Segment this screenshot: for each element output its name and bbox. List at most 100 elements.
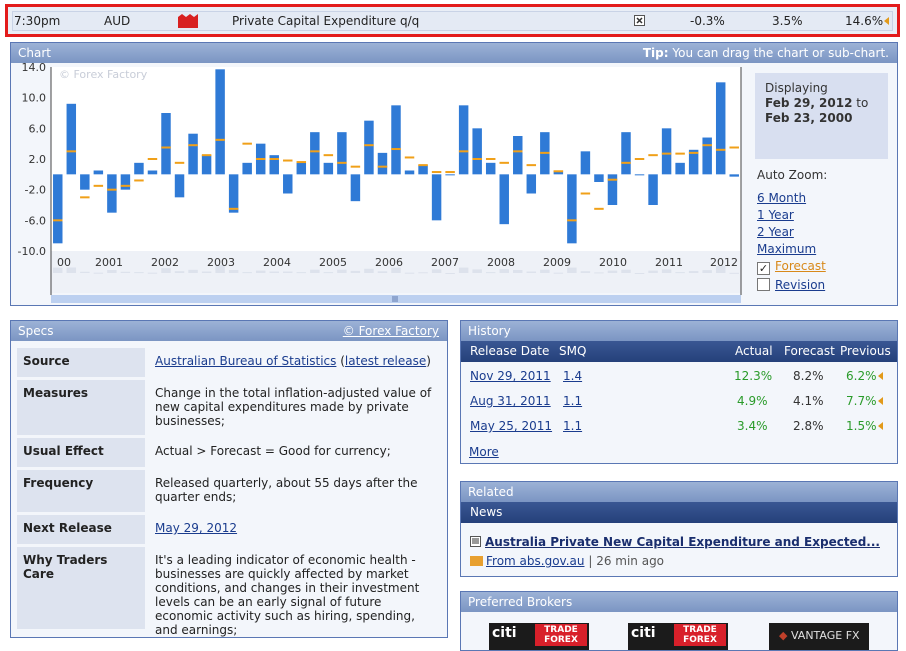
related-header: Related — [461, 482, 897, 502]
navigator-bar — [702, 270, 712, 273]
displaying-from-date: Feb 29, 2012 — [765, 96, 853, 110]
forecast-marker — [66, 150, 77, 153]
forecast-marker — [634, 158, 645, 160]
actual-bar — [485, 162, 496, 175]
vantage-mark-icon: ◆ — [779, 629, 788, 642]
actual-bar — [188, 133, 198, 175]
forecast-marker — [391, 148, 401, 151]
actual-bar — [445, 174, 455, 176]
navigator-bar — [458, 267, 469, 273]
actual-bar — [296, 162, 307, 175]
history-date-link[interactable]: Nov 29, 2011 — [470, 369, 551, 383]
zoom-6-month-link[interactable]: 6 Month — [757, 190, 827, 207]
navigator-bar — [485, 272, 496, 274]
history-smq-link[interactable]: 1.1 — [563, 419, 582, 433]
history-smq-link[interactable]: 1.1 — [563, 394, 582, 408]
actual-bar — [675, 162, 685, 175]
revision-checkbox[interactable] — [757, 278, 770, 291]
history-title: History — [468, 324, 511, 338]
forecast-marker — [445, 171, 455, 174]
revision-toggle-label[interactable]: Revision — [775, 278, 825, 292]
forecast-marker — [648, 154, 658, 157]
history-date-link[interactable]: May 25, 2011 — [470, 419, 552, 433]
spec-label-source: Source — [17, 348, 145, 377]
y-tick-label: -6.0 — [25, 214, 46, 227]
source-link[interactable]: Australian Bureau of Statistics — [155, 354, 336, 368]
actual-bar — [323, 162, 334, 175]
bar-chart[interactable]: 14.0 10.0 6.0 2.0 -2.0 -6.0 -10.0 © Forex Facto… — [11, 63, 747, 305]
forecast-marker — [540, 151, 550, 154]
event-title[interactable]: Private Capital Expenditure q/q — [232, 14, 419, 28]
navigator-bar — [310, 269, 320, 273]
next-release-link[interactable]: May 29, 2012 — [155, 521, 237, 535]
forecast-marker — [161, 146, 171, 149]
history-forecast: 2.8% — [793, 419, 824, 433]
navigator-bar — [553, 272, 564, 274]
chart-title: Chart — [18, 46, 51, 60]
forecast-checkbox[interactable]: ✓ — [757, 262, 770, 275]
navigator-bar — [648, 270, 658, 273]
history-previous: 7.7% — [846, 394, 883, 408]
actual-bar — [580, 151, 591, 175]
x-tick-label: 2008 — [487, 256, 515, 269]
forecast-marker — [472, 158, 482, 160]
actual-bar — [729, 174, 739, 177]
specs-credit-link[interactable]: © Forex Factory — [343, 321, 439, 341]
forecast-marker — [526, 164, 537, 167]
actual-bar — [621, 132, 631, 175]
history-more-link[interactable]: More — [469, 445, 499, 459]
news-title: News — [470, 505, 503, 519]
forecast-toggle-label[interactable]: Forecast — [775, 259, 826, 273]
spec-row-measures: Measures Change in the total inflation-a… — [17, 380, 445, 435]
news-headline-link[interactable]: Australia Private New Capital Expenditur… — [485, 535, 880, 549]
spec-row-why-traders-care: Why Traders Care It's a leading indicato… — [17, 547, 445, 637]
auto-zoom: Auto Zoom: 6 Month 1 Year 2 Year Maximum — [757, 167, 827, 258]
history-row: Aug 31, 2011 1.1 4.9% 4.1% 7.7% — [461, 390, 897, 412]
actual-bar — [391, 105, 401, 175]
forecast-marker — [107, 188, 117, 191]
zoom-2-year-link[interactable]: 2 Year — [757, 224, 827, 241]
history-date-link[interactable]: Aug 31, 2011 — [470, 394, 551, 408]
spec-value-measures: Change in the total inflation-adjusted v… — [155, 386, 432, 428]
forecast-toggle[interactable]: ✓ Forecast — [757, 259, 826, 275]
revision-toggle[interactable]: Revision — [757, 278, 825, 292]
revision-triangle-icon — [884, 17, 890, 25]
history-panel: History Release Date SMQ Actual Forecast… — [460, 320, 898, 464]
navigator-bar — [147, 272, 158, 274]
zoom-1-year-link[interactable]: 1 Year — [757, 207, 827, 224]
news-separator: | — [588, 554, 593, 568]
navigator-bar — [607, 270, 618, 273]
actual-bar — [715, 82, 726, 175]
actual-bar — [404, 170, 415, 175]
actual-bar — [702, 137, 712, 175]
broker-banner-citi-1[interactable]: citi TRADE FOREX — [489, 623, 589, 650]
actual-bar — [337, 132, 347, 175]
forecast-marker — [174, 161, 185, 164]
col-actual: Actual — [735, 344, 773, 358]
actual-bar — [228, 174, 239, 213]
chart-tip: Tip: You can drag the chart or sub-chart… — [643, 43, 889, 63]
source-close-paren: ) — [426, 354, 431, 368]
forecast-marker — [120, 184, 131, 187]
x-tick-label: 2012 — [710, 256, 738, 269]
brokers-panel: Preferred Brokers citi TRADE FOREX citi … — [460, 591, 898, 651]
forecast-marker — [201, 154, 212, 157]
displaying-label: Displaying — [765, 81, 828, 95]
news-source-link[interactable]: From abs.gov.au — [486, 554, 584, 568]
broker-banner-citi-2[interactable]: citi TRADE FOREX — [628, 623, 728, 650]
x-tick-label: 2004 — [263, 256, 291, 269]
citi-logo: citi — [492, 625, 517, 641]
forecast-marker — [269, 158, 279, 160]
navigator-bar — [526, 271, 537, 273]
broker-banner-vantage[interactable]: ◆ VANTAGE FX — [769, 623, 869, 650]
navigator-bar — [296, 272, 307, 274]
actual-bar — [242, 162, 252, 175]
forecast-marker — [364, 144, 374, 147]
event-row[interactable]: 7:30pm AUD Private Capital Expenditure q… — [5, 4, 900, 37]
detail-icon[interactable] — [634, 15, 645, 29]
history-smq-link[interactable]: 1.4 — [563, 369, 582, 383]
forecast-marker — [485, 158, 496, 160]
zoom-maximum-link[interactable]: Maximum — [757, 241, 827, 258]
revision-triangle-icon — [877, 372, 883, 380]
latest-release-link[interactable]: latest release — [345, 354, 426, 368]
